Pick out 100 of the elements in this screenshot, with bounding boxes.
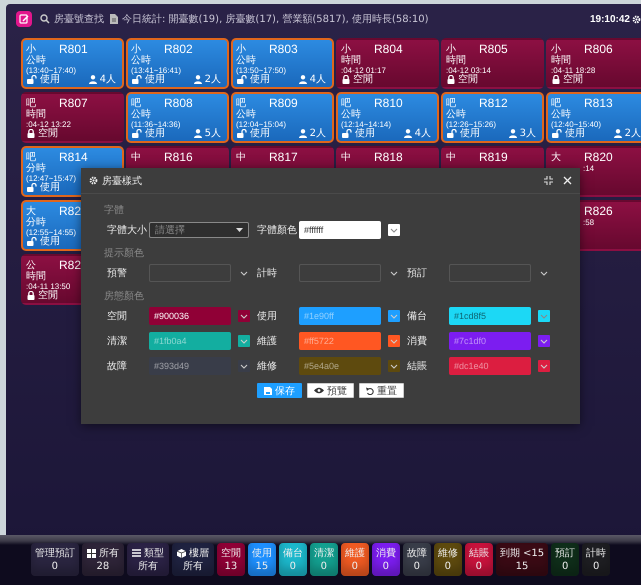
color-picker-button[interactable] bbox=[238, 310, 250, 322]
chevron-icon bbox=[390, 228, 398, 232]
color-picker-button[interactable] bbox=[538, 310, 550, 322]
chevron-icon bbox=[240, 338, 248, 344]
chevron-icon bbox=[390, 338, 398, 344]
filter-tile[interactable]: 管理預訂 0 bbox=[30, 543, 79, 576]
room-time: 時間:04-11 13:50 bbox=[26, 272, 70, 291]
color-field[interactable]: #ffffff bbox=[299, 221, 381, 239]
filter-tile[interactable]: 維修 0 bbox=[434, 543, 462, 576]
room-status: 空閒 bbox=[563, 74, 583, 85]
color-picker-button[interactable] bbox=[538, 335, 550, 347]
color-field[interactable]: #1e90ff bbox=[299, 307, 381, 325]
guest-count: 2人 bbox=[204, 74, 221, 85]
color-picker-button[interactable] bbox=[388, 335, 400, 347]
person-icon bbox=[508, 129, 517, 138]
settings-icon[interactable] bbox=[632, 14, 641, 24]
room-type: 吧 bbox=[236, 96, 246, 109]
color-field[interactable]: #ff5722 bbox=[299, 332, 381, 350]
room-type: 吧 bbox=[341, 96, 352, 109]
color-field[interactable]: #1fb0a4 bbox=[149, 332, 231, 350]
chevron-icon bbox=[540, 338, 548, 344]
room-card[interactable]: 吧 R808 公時(11:36~14:36) 使用 5人 bbox=[126, 92, 229, 143]
room-card[interactable]: 小 R805 時間:04-12 03:14 空閒 bbox=[441, 38, 544, 89]
room-type: 中 bbox=[446, 150, 457, 164]
field-label: 備台 bbox=[407, 310, 428, 323]
room-status: 使用 bbox=[40, 182, 60, 193]
room-card[interactable]: 小 R803 公時(13:50~17:50) 使用 4人 bbox=[231, 38, 334, 89]
room-card[interactable]: 小 R802 公時(13:41~16:41) 使用 2人 bbox=[126, 38, 229, 89]
room-type: 吧 bbox=[26, 96, 37, 108]
preview-button[interactable]: 預覽 bbox=[307, 383, 354, 398]
color-field[interactable] bbox=[299, 264, 381, 282]
room-card[interactable]: 吧 R813 公時(12:40~15:40) 使用 2人 bbox=[546, 92, 641, 143]
room-card[interactable]: 吧 R809 公時(12:04~15:04) 使用 2人 bbox=[231, 92, 334, 143]
lock-icon bbox=[552, 75, 560, 84]
unlock-icon bbox=[132, 75, 142, 84]
filter-tile[interactable]: 所有 28 bbox=[82, 543, 124, 576]
chevron-icon bbox=[240, 314, 248, 318]
room-card[interactable]: 小 R801 公時(13:40~17:40) 使用 4人 bbox=[21, 38, 124, 89]
filter-tile[interactable]: 結賬 0 bbox=[464, 543, 493, 576]
filter-count: 0 bbox=[290, 560, 296, 572]
filter-label: 消費 bbox=[376, 546, 396, 560]
guest-count: 5人 bbox=[204, 128, 221, 139]
filter-tile[interactable]: 計時 0 bbox=[582, 543, 610, 576]
chevron-icon bbox=[240, 364, 248, 368]
filter-tile[interactable]: 預訂 0 bbox=[551, 543, 580, 576]
section-label: 字體 bbox=[104, 204, 125, 218]
close-button[interactable] bbox=[563, 176, 572, 185]
color-picker-button[interactable] bbox=[388, 310, 400, 322]
color-picker-button[interactable] bbox=[388, 360, 400, 372]
color-field[interactable] bbox=[449, 264, 531, 282]
room-card[interactable]: 吧 R807 時間:04-12 13:22 空閒 bbox=[21, 92, 124, 143]
chevron-icon bbox=[540, 364, 548, 368]
list-icon bbox=[132, 549, 141, 557]
search-field[interactable]: 房臺號查找 bbox=[54, 12, 104, 26]
filter-tile[interactable]: 消費 0 bbox=[372, 543, 400, 576]
filter-tile[interactable]: 故障 0 bbox=[402, 543, 431, 576]
person-icon bbox=[614, 129, 622, 138]
unlock-icon bbox=[552, 129, 562, 138]
filter-tile[interactable]: 類型 所有 bbox=[126, 543, 169, 576]
color-picker-button[interactable] bbox=[238, 360, 250, 372]
filter-label: 類型 bbox=[144, 546, 164, 560]
room-card[interactable]: 小 R804 時間:04-12 01:17 空閒 bbox=[336, 38, 439, 89]
room-number: R810 bbox=[374, 96, 403, 110]
chevron-icon bbox=[540, 314, 548, 318]
filter-label: 計時 bbox=[586, 546, 606, 560]
color-field[interactable]: #900036 bbox=[149, 307, 231, 325]
search-icon bbox=[40, 14, 50, 24]
room-status: 使用 bbox=[40, 74, 60, 85]
guest-count: 3人 bbox=[520, 128, 536, 139]
color-field[interactable]: #5e4a0e bbox=[299, 357, 381, 375]
color-picker-button[interactable] bbox=[388, 224, 400, 236]
dropdown[interactable]: 請選擇 bbox=[149, 222, 249, 238]
room-time: 公時(11:36~14:36) bbox=[131, 110, 180, 129]
color-field[interactable] bbox=[149, 264, 231, 282]
room-type: 小 bbox=[26, 42, 36, 55]
filter-count: 0 bbox=[414, 560, 420, 572]
field-label: 維護 bbox=[257, 334, 278, 348]
filter-tile[interactable]: 到期 <15 15 bbox=[496, 543, 548, 576]
unlock-icon bbox=[132, 129, 142, 138]
color-field[interactable]: #7c1df0 bbox=[449, 332, 531, 350]
color-field[interactable]: #393d49 bbox=[149, 357, 231, 375]
room-card[interactable]: 吧 R810 公時(12:14~14:14) 使用 4人 bbox=[336, 92, 439, 143]
filter-label: 管理預訂 bbox=[34, 546, 75, 560]
person-icon bbox=[194, 75, 202, 84]
reset-button[interactable]: 重置 bbox=[359, 383, 404, 398]
field-label: 預訂 bbox=[407, 266, 428, 280]
filter-tile[interactable]: 空閒 13 bbox=[216, 543, 245, 576]
color-field[interactable]: #dc1e40 bbox=[449, 357, 531, 375]
room-card[interactable]: 小 R806 時間:04-11 18:28 空閒 bbox=[546, 38, 641, 89]
color-picker-button[interactable] bbox=[538, 360, 550, 372]
color-picker-button[interactable] bbox=[238, 335, 250, 347]
app-logo-icon[interactable] bbox=[16, 11, 32, 27]
room-time: 公時(13:50~17:50) bbox=[236, 56, 286, 75]
filter-label: 備台 bbox=[282, 546, 303, 560]
room-status: 使用 bbox=[250, 128, 270, 139]
lock-icon bbox=[342, 75, 350, 84]
room-card[interactable]: 吧 R812 公時(12:26~15:26) 使用 3人 bbox=[441, 92, 544, 143]
room-time: :14 bbox=[583, 164, 594, 174]
maximize-button[interactable] bbox=[544, 176, 553, 185]
filter-tile[interactable]: 樓層 所有 bbox=[172, 543, 214, 576]
